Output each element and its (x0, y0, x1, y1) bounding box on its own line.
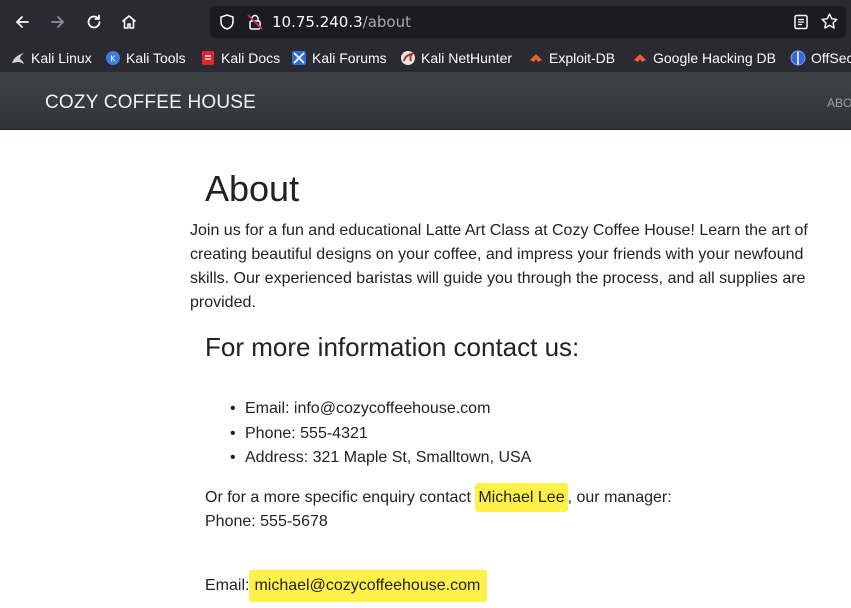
bookmark-kali-docs[interactable]: Kali Docs (200, 49, 280, 67)
bookmark-label: Kali Forums (312, 50, 387, 66)
home-icon (121, 15, 137, 29)
url-text[interactable]: 10.75.240.3/about (272, 13, 411, 31)
nethunter-icon (400, 50, 416, 66)
enquiry-suffix: , our manager: (567, 489, 672, 506)
kali-dragon-icon (10, 50, 26, 66)
reload-icon (87, 14, 101, 29)
reload-button[interactable] (80, 8, 108, 36)
back-arrow-icon (16, 16, 29, 28)
bookmark-label: Exploit-DB (549, 50, 616, 66)
bookmark-kali-forums[interactable]: Kali Forums (291, 49, 387, 67)
forward-button[interactable] (44, 8, 72, 36)
bookmark-google-hacking-db[interactable]: Google Hacking DB (632, 49, 776, 67)
bookmark-kali-nethunter[interactable]: Kali NetHunter (400, 49, 512, 67)
kali-forums-icon (291, 50, 307, 66)
insecure-lock-icon[interactable] (246, 13, 264, 31)
site-brand-link[interactable]: COZY COFFEE HOUSE (45, 92, 256, 114)
bookmark-label: Kali Docs (221, 50, 281, 66)
bookmarks-bar: Kali Linux K Kali Tools Kali Docs Kali F… (0, 44, 851, 72)
contact-address-item: Address: 321 Maple St, Smalltown, USA (228, 446, 531, 471)
exploit-db-icon (528, 50, 544, 66)
contact-phone-item: Phone: 555-4321 (228, 422, 531, 447)
home-button[interactable] (115, 8, 143, 36)
ghdb-icon (632, 50, 648, 66)
kali-docs-icon (200, 50, 216, 66)
enquiry-prefix: Or for a more specific enquiry contact (205, 489, 476, 506)
page-title: About (205, 168, 300, 209)
enquiry-text: Or for a more specific enquiry contact M… (205, 483, 672, 512)
bookmark-label: OffSec (811, 50, 851, 66)
reader-view-icon[interactable] (792, 13, 810, 31)
forward-arrow-icon (51, 16, 64, 28)
bookmark-label: Kali NetHunter (421, 50, 513, 66)
bookmark-label: Google Hacking DB (653, 50, 776, 66)
email-label: Email: (205, 577, 250, 594)
manager-name-highlight: Michael Lee (475, 483, 568, 512)
kali-tools-icon: K (105, 50, 121, 66)
manager-phone: Phone: 555-5678 (205, 513, 328, 530)
contact-email-item: Email: info@cozycoffeehouse.com (228, 397, 531, 422)
bookmark-kali-linux[interactable]: Kali Linux (10, 49, 92, 67)
site-navbar: COZY COFFEE HOUSE ABO (0, 72, 851, 130)
bookmark-exploit-db[interactable]: Exploit-DB (528, 49, 615, 67)
bookmark-star-icon[interactable] (820, 12, 839, 31)
url-path: /about (362, 13, 411, 31)
bookmark-label: Kali Linux (31, 50, 92, 66)
url-host: 10.75.240.3 (272, 13, 363, 31)
browser-toolbar: 10.75.240.3/about (0, 0, 851, 44)
manager-email-line: Email: michael@cozycoffeehouse.com (205, 570, 488, 602)
url-bar[interactable]: 10.75.240.3/about (210, 6, 846, 38)
manager-email-highlight: michael@cozycoffeehouse.com (249, 570, 488, 602)
bookmark-label: Kali Tools (126, 50, 186, 66)
intro-paragraph: Join us for a fun and educational Latte … (190, 222, 808, 311)
contact-heading: For more information contact us: (205, 332, 580, 362)
offsec-icon (790, 50, 806, 66)
shield-icon[interactable] (218, 13, 236, 31)
contact-list: Email: info@cozycoffeehouse.com Phone: 5… (228, 397, 531, 471)
svg-text:K: K (110, 55, 116, 64)
bookmark-offsec[interactable]: OffSec (790, 49, 851, 67)
bookmark-kali-tools[interactable]: K Kali Tools (105, 49, 186, 67)
back-button[interactable] (8, 8, 36, 36)
nav-link-about[interactable]: ABO (827, 96, 851, 110)
